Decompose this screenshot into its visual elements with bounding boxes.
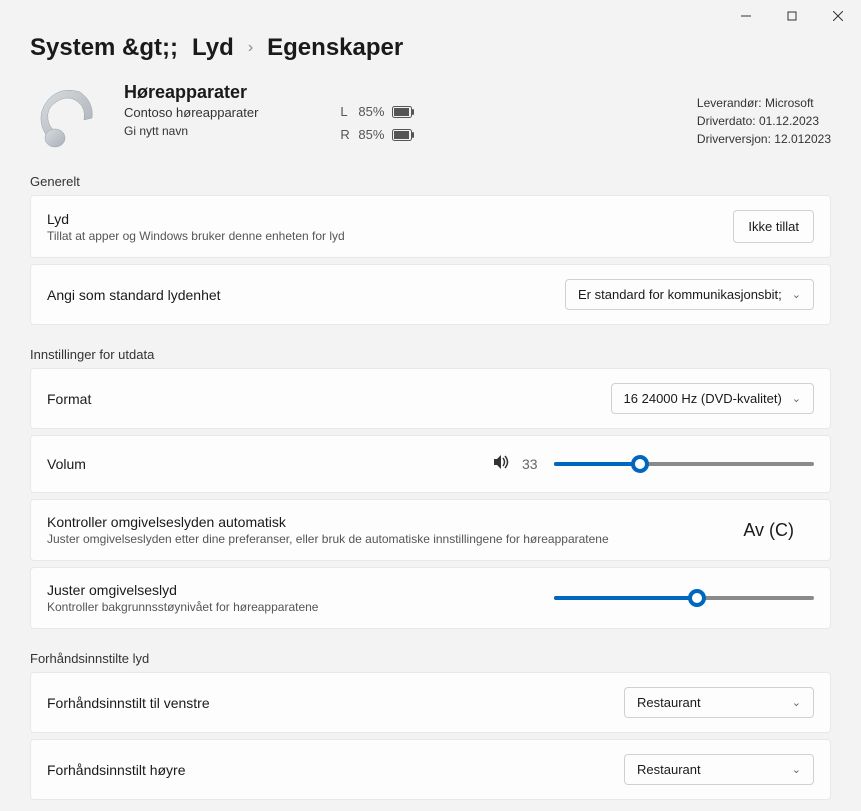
section-label-presets: Forhåndsinnstilte lyd bbox=[30, 651, 831, 666]
card-ambient-adjust: Juster omgivelseslyd Kontroller bakgrunn… bbox=[30, 567, 831, 629]
rename-link[interactable]: Gi nytt navn bbox=[124, 124, 258, 138]
preset-right-title: Forhåndsinnstilt høyre bbox=[47, 762, 624, 778]
default-device-title: Angi som standard lydenhet bbox=[47, 287, 565, 303]
volume-slider[interactable] bbox=[554, 454, 814, 474]
ambient-auto-subtitle: Juster omgivelseslyden etter dine prefer… bbox=[47, 532, 723, 546]
disallow-button[interactable]: Ikke tillat bbox=[733, 210, 814, 243]
default-device-select[interactable]: Er standard for kommunikasjonsbit; ⌄ bbox=[565, 279, 814, 310]
battery-icon bbox=[392, 106, 414, 118]
battery-side-label: L bbox=[340, 104, 350, 119]
battery-status: L 85% R 85% bbox=[340, 104, 414, 142]
chevron-down-icon: ⌄ bbox=[792, 288, 801, 301]
section-label-output: Innstillinger for utdata bbox=[30, 347, 831, 362]
chevron-right-icon: › bbox=[248, 39, 253, 57]
chevron-down-icon: ⌄ bbox=[792, 392, 801, 405]
device-header: Høreapparater Contoso høreapparater Gi n… bbox=[30, 82, 831, 152]
battery-side-label: R bbox=[340, 127, 350, 142]
select-value: Restaurant bbox=[637, 695, 701, 710]
select-value: Er standard for kommunikasjonsbit; bbox=[578, 287, 782, 302]
ambient-adjust-title: Juster omgivelseslyd bbox=[47, 582, 554, 598]
breadcrumb-system[interactable]: System &gt;; bbox=[30, 34, 178, 62]
speaker-icon[interactable] bbox=[492, 453, 510, 476]
window-titlebar bbox=[0, 0, 861, 32]
battery-left: L 85% bbox=[340, 104, 414, 119]
ambient-auto-value: Av (C) bbox=[743, 520, 794, 541]
device-info: Høreapparater Contoso høreapparater Gi n… bbox=[124, 82, 258, 138]
close-button[interactable] bbox=[815, 0, 861, 32]
breadcrumb-properties: Egenskaper bbox=[267, 34, 403, 62]
battery-pct: 85% bbox=[358, 104, 384, 119]
vendor-name: Leverandør: Microsoft bbox=[697, 96, 831, 110]
battery-right: R 85% bbox=[340, 127, 414, 142]
volume-title: Volum bbox=[47, 456, 492, 472]
minimize-button[interactable] bbox=[723, 0, 769, 32]
card-preset-left: Forhåndsinnstilt til venstre Restaurant … bbox=[30, 672, 831, 733]
driver-version: Driverversjon: 12.012023 bbox=[697, 132, 831, 146]
device-subtitle: Contoso høreapparater bbox=[124, 105, 258, 120]
preset-right-select[interactable]: Restaurant ⌄ bbox=[624, 754, 814, 785]
ambient-auto-title: Kontroller omgivelseslyden automatisk bbox=[47, 514, 723, 530]
card-audio-allow: Lyd Tillat at apper og Windows bruker de… bbox=[30, 195, 831, 258]
volume-value: 33 bbox=[522, 456, 542, 472]
chevron-down-icon: ⌄ bbox=[792, 696, 801, 709]
preset-left-title: Forhåndsinnstilt til venstre bbox=[47, 695, 624, 711]
select-value: 16 24000 Hz (DVD-kvalitet) bbox=[624, 391, 782, 406]
audio-title: Lyd bbox=[47, 211, 733, 227]
card-preset-right: Forhåndsinnstilt høyre Restaurant ⌄ bbox=[30, 739, 831, 800]
driver-date: Driverdato: 01.12.2023 bbox=[697, 114, 831, 128]
device-title: Høreapparater bbox=[124, 82, 258, 103]
maximize-button[interactable] bbox=[769, 0, 815, 32]
ambient-adjust-subtitle: Kontroller bakgrunnsstøynivået for hørea… bbox=[47, 600, 554, 614]
battery-pct: 85% bbox=[358, 127, 384, 142]
breadcrumb-sound[interactable]: Lyd bbox=[192, 34, 234, 62]
format-select[interactable]: 16 24000 Hz (DVD-kvalitet) ⌄ bbox=[611, 383, 814, 414]
section-label-general: Generelt bbox=[30, 174, 831, 189]
ambient-slider[interactable] bbox=[554, 588, 814, 608]
chevron-down-icon: ⌄ bbox=[792, 763, 801, 776]
breadcrumb: System &gt;; Lyd › Egenskaper bbox=[30, 34, 831, 62]
card-default-device: Angi som standard lydenhet Er standard f… bbox=[30, 264, 831, 325]
hearing-aid-icon bbox=[30, 82, 100, 152]
card-format: Format 16 24000 Hz (DVD-kvalitet) ⌄ bbox=[30, 368, 831, 429]
audio-subtitle: Tillat at apper og Windows bruker denne … bbox=[47, 229, 733, 243]
preset-left-select[interactable]: Restaurant ⌄ bbox=[624, 687, 814, 718]
vendor-info: Leverandør: Microsoft Driverdato: 01.12.… bbox=[697, 96, 831, 146]
card-ambient-auto: Kontroller omgivelseslyden automatisk Ju… bbox=[30, 499, 831, 561]
card-volume: Volum 33 bbox=[30, 435, 831, 493]
battery-icon bbox=[392, 129, 414, 141]
format-title: Format bbox=[47, 391, 611, 407]
select-value: Restaurant bbox=[637, 762, 701, 777]
